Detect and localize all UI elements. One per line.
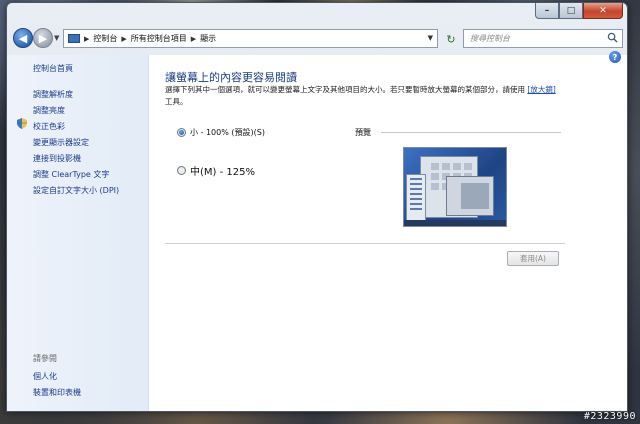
- description-text-end: 工具。: [165, 97, 188, 106]
- search-placeholder: 搜尋控制台: [470, 34, 510, 43]
- size-option-medium[interactable]: 中(M) - 125%: [177, 163, 255, 178]
- description-text: 選擇下列其中一個選項，就可以變更螢幕上文字及其他項目的大小。若只要暫時放大螢幕的…: [165, 85, 525, 94]
- navigation-bar: ◀ ▶ ▼ ▶ 控制台 ▶ 所有控制台項目 ▶ 顯示 ▼ ↻ 搜尋控制台: [7, 23, 627, 53]
- forward-arrow-icon: ▶: [38, 31, 48, 45]
- search-input[interactable]: 搜尋控制台: [463, 29, 623, 48]
- sidebar-task-list: 調整解析度 調整亮度 校正色彩 變更顯示器設定 連接到投影機 調整 ClearT…: [33, 87, 119, 199]
- see-also-devices-printers[interactable]: 裝置和印表機: [33, 385, 81, 401]
- sidebar-item-brightness[interactable]: 調整亮度: [33, 103, 119, 119]
- preview-window-front: [446, 176, 494, 216]
- address-bar[interactable]: ▶ 控制台 ▶ 所有控制台項目 ▶ 顯示 ▼: [63, 29, 438, 48]
- page-description: 選擇下列其中一個選項，就可以變更螢幕上文字及其他項目的大小。若只要暫時放大螢幕的…: [165, 84, 565, 108]
- caption-buttons: – □ ✕: [535, 3, 623, 19]
- sidebar-item-projector[interactable]: 連接到投影機: [33, 151, 119, 167]
- sidebar-item-calibrate-color[interactable]: 校正色彩: [33, 119, 119, 135]
- breadcrumb-separator-icon[interactable]: ▶: [121, 35, 126, 43]
- breadcrumb-display[interactable]: 顯示: [200, 33, 216, 44]
- breadcrumb-all-items[interactable]: 所有控制台項目: [131, 33, 187, 44]
- page-title: 讓螢幕上的內容更容易閱讀: [165, 71, 297, 84]
- size-option-small[interactable]: 小 - 100% (預設)(S): [177, 127, 265, 138]
- content-area: 控制台首頁 調整解析度 調整亮度 校正色彩 變更顯示器設定 連接到投影機 調整 …: [7, 51, 627, 411]
- radio-medium[interactable]: [177, 166, 186, 175]
- close-button[interactable]: ✕: [583, 3, 623, 19]
- back-button[interactable]: ◀: [13, 28, 33, 48]
- breadcrumb-control-panel[interactable]: 控制台: [93, 33, 117, 44]
- sidebar-item-cleartype[interactable]: 調整 ClearType 文字: [33, 167, 119, 183]
- maximize-button[interactable]: □: [559, 3, 583, 19]
- minimize-button[interactable]: –: [535, 3, 559, 19]
- sidebar-home-link[interactable]: 控制台首頁: [33, 63, 73, 74]
- back-arrow-icon: ◀: [18, 31, 28, 45]
- sidebar-item-display-settings[interactable]: 變更顯示器設定: [33, 135, 119, 151]
- preview-divider: [381, 132, 561, 133]
- preview-image: [403, 147, 507, 227]
- size-option-medium-label: 中(M) - 125%: [190, 167, 255, 178]
- watermark-text: #2323990: [583, 411, 636, 422]
- shield-icon: [17, 118, 27, 129]
- sidebar-item-resolution[interactable]: 調整解析度: [33, 87, 119, 103]
- preview-label: 預覽: [355, 128, 371, 137]
- control-panel-window: – □ ✕ ◀ ▶ ▼ ▶ 控制台 ▶ 所有控制台項目 ▶ 顯示 ▼ ↻ 搜尋控…: [6, 2, 628, 412]
- preview-taskbar: [404, 220, 506, 226]
- search-icon[interactable]: [607, 32, 618, 43]
- see-also-heading: 請參閱: [33, 354, 57, 363]
- forward-button[interactable]: ▶: [33, 28, 53, 48]
- radio-small[interactable]: [177, 128, 186, 137]
- section-divider: [165, 243, 565, 244]
- help-icon[interactable]: ?: [609, 51, 621, 63]
- refresh-icon: ↻: [446, 32, 456, 46]
- breadcrumb-separator-icon[interactable]: ▶: [191, 35, 196, 43]
- address-dropdown-icon[interactable]: ▼: [428, 34, 433, 42]
- preview-start-menu: [406, 174, 426, 224]
- sidebar-item-custom-dpi[interactable]: 設定自訂文字大小 (DPI): [33, 183, 119, 199]
- recent-pages-dropdown-icon[interactable]: ▼: [54, 34, 59, 42]
- see-also-list: 個人化 裝置和印表機: [33, 369, 81, 401]
- control-panel-icon: [68, 34, 80, 43]
- main-panel: ? 讓螢幕上的內容更容易閱讀 選擇下列其中一個選項，就可以變更螢幕上文字及其他項…: [165, 51, 627, 411]
- size-option-small-label: 小 - 100% (預設)(S): [190, 128, 265, 137]
- breadcrumb-separator-icon[interactable]: ▶: [84, 35, 89, 43]
- refresh-button[interactable]: ↻: [443, 31, 459, 47]
- magnifier-link[interactable]: [放大鏡]: [527, 85, 555, 94]
- see-also-personalization[interactable]: 個人化: [33, 369, 81, 385]
- sidebar: 控制台首頁 調整解析度 調整亮度 校正色彩 變更顯示器設定 連接到投影機 調整 …: [7, 55, 149, 411]
- apply-button[interactable]: 套用(A): [507, 251, 559, 266]
